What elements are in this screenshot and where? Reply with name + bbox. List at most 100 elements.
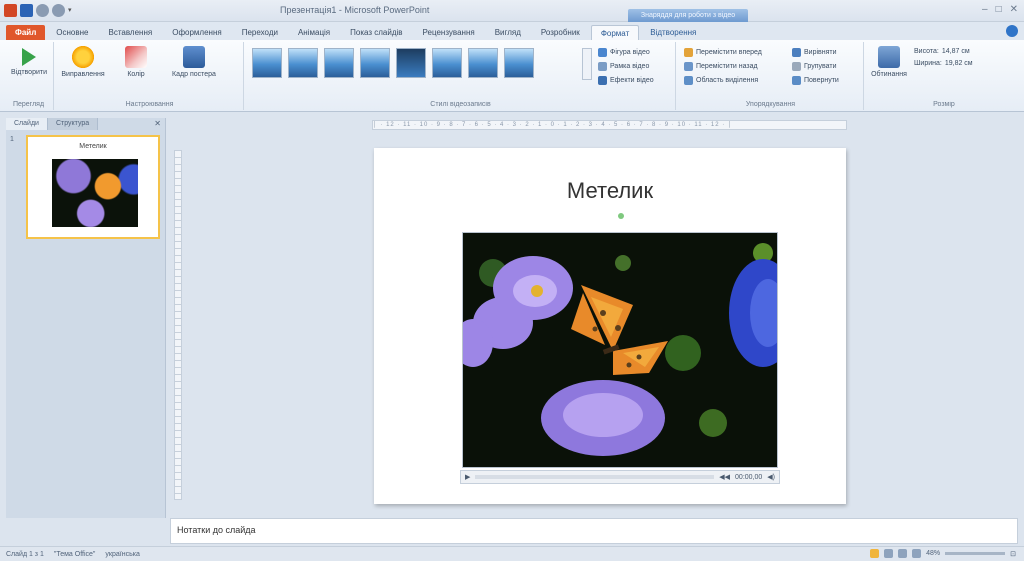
height-label: Висота:: [914, 48, 939, 55]
video-style-5[interactable]: [396, 48, 426, 78]
tab-home[interactable]: Основне: [47, 25, 97, 40]
rotate-icon: [792, 76, 801, 85]
slide-canvas[interactable]: Метелик ▶ ◀◀ 00:00,00 ◀): [374, 148, 846, 504]
poster-frame-label: Кадр постера: [172, 71, 216, 78]
slide-title[interactable]: Метелик: [374, 178, 846, 204]
zoom-level[interactable]: 48%: [926, 550, 940, 557]
notes-pane[interactable]: Нотатки до слайда: [170, 518, 1018, 544]
powerpoint-icon[interactable]: [4, 4, 17, 17]
vertical-ruler[interactable]: [174, 150, 182, 500]
video-shape-label: Фігура відео: [610, 49, 650, 56]
video-style-8[interactable]: [504, 48, 534, 78]
height-field[interactable]: Висота: 14,87 см: [914, 48, 973, 55]
close-icon[interactable]: ✕: [1010, 4, 1018, 15]
selection-pane-button[interactable]: Область виділення: [684, 76, 762, 85]
video-effects-button[interactable]: Ефекти відео: [598, 76, 654, 85]
color-icon: [125, 46, 147, 68]
poster-frame-icon: [183, 46, 205, 68]
video-effects-label: Ефекти відео: [610, 77, 654, 84]
slideshow-icon[interactable]: [912, 549, 922, 558]
seek-bar[interactable]: [475, 475, 715, 479]
group-label-size: Розмір: [933, 101, 955, 108]
rotate-button[interactable]: Повернути: [792, 76, 839, 85]
minimize-icon[interactable]: –: [982, 4, 988, 15]
save-icon[interactable]: [20, 4, 33, 17]
color-button[interactable]: Колір: [118, 46, 154, 78]
tab-file[interactable]: Файл: [6, 25, 46, 40]
video-style-2[interactable]: [288, 48, 318, 78]
group-preview: Відтворити Перегляд: [4, 42, 54, 110]
video-border-icon: [598, 62, 607, 71]
butterfly-flower-image: [463, 233, 777, 467]
play-icon[interactable]: ▶: [465, 473, 470, 481]
slide-thumbnail[interactable]: Метелик: [26, 135, 160, 239]
corrections-button[interactable]: Виправлення: [60, 46, 106, 78]
video-shape-button[interactable]: Фігура відео: [598, 48, 654, 57]
video-border-button[interactable]: Рамка відео: [598, 62, 654, 71]
video-style-7[interactable]: [468, 48, 498, 78]
video-style-6[interactable]: [432, 48, 462, 78]
reading-view-icon[interactable]: [898, 549, 908, 558]
tab-animations[interactable]: Анімація: [289, 25, 339, 40]
align-button[interactable]: Вирівняти: [792, 48, 839, 57]
group-label-video-styles: Стилі відеозаписів: [430, 101, 491, 108]
status-right: 48% ⊡: [870, 549, 1016, 558]
tab-format[interactable]: Формат: [590, 25, 640, 40]
tab-view[interactable]: Вигляд: [486, 25, 530, 40]
group-label-preview: Перегляд: [12, 101, 45, 108]
horizontal-ruler[interactable]: │ · 12 · 11 · 10 · 9 · 8 · 7 · 6 · 5 · 4…: [372, 120, 847, 130]
fit-window-icon[interactable]: ⊡: [1010, 550, 1016, 558]
close-icon[interactable]: ✕: [154, 119, 161, 128]
group-label-adjust: Настроювання: [125, 101, 174, 108]
video-style-3[interactable]: [324, 48, 354, 78]
crop-button[interactable]: Обтинання: [866, 46, 912, 78]
bring-forward-button[interactable]: Перемістити вперед: [684, 48, 762, 57]
step-back-icon[interactable]: ◀◀: [719, 473, 730, 481]
normal-view-icon[interactable]: [870, 549, 880, 558]
maximize-icon[interactable]: □: [996, 4, 1002, 15]
video-style-1[interactable]: [252, 48, 282, 78]
thumbnail-image: [52, 159, 138, 227]
tab-developer[interactable]: Розробник: [532, 25, 589, 40]
tab-transitions[interactable]: Переходи: [233, 25, 287, 40]
play-button[interactable]: Відтворити: [6, 46, 52, 76]
arrange-buttons-col2: Вирівняти Групувати Повернути: [792, 48, 839, 85]
color-label: Колір: [127, 71, 145, 78]
ribbon-tabs: Файл Основне Вставлення Оформлення Перех…: [0, 22, 1024, 40]
redo-icon[interactable]: [52, 4, 65, 17]
width-field[interactable]: Ширина: 19,82 см: [914, 60, 973, 67]
gallery-scroll[interactable]: [582, 48, 592, 80]
video-border-label: Рамка відео: [610, 63, 650, 70]
crop-label: Обтинання: [871, 71, 907, 78]
crop-icon: [878, 46, 900, 68]
undo-icon[interactable]: [36, 4, 49, 17]
video-effects-icon: [598, 76, 607, 85]
tab-design[interactable]: Оформлення: [163, 25, 231, 40]
language-indicator[interactable]: українська: [105, 551, 139, 558]
title-bar: ▾ Презентація1 - Microsoft PowerPoint Зн…: [0, 0, 1024, 22]
bring-forward-label: Перемістити вперед: [696, 49, 762, 56]
poster-frame-button[interactable]: Кадр постера: [164, 46, 224, 78]
send-backward-button[interactable]: Перемістити назад: [684, 62, 762, 71]
rotation-handle[interactable]: [618, 213, 624, 219]
volume-icon[interactable]: ◀): [767, 473, 775, 481]
tab-playback[interactable]: Відтворення: [641, 25, 705, 40]
video-frame[interactable]: [462, 232, 778, 468]
send-backward-label: Перемістити назад: [696, 63, 758, 70]
tab-slideshow[interactable]: Показ слайдів: [341, 25, 411, 40]
tab-review[interactable]: Рецензування: [414, 25, 484, 40]
help-icon[interactable]: [1006, 25, 1018, 37]
arrange-buttons-col1: Перемістити вперед Перемістити назад Обл…: [684, 48, 762, 85]
slide-sorter-icon[interactable]: [884, 549, 894, 558]
window-title: Презентація1 - Microsoft PowerPoint: [280, 5, 430, 15]
group-adjust: Виправлення Колір Кадр постера Настроюва…: [56, 42, 244, 110]
tab-slides[interactable]: Слайди: [6, 118, 48, 130]
group-button[interactable]: Групувати: [792, 62, 839, 71]
slide-info: Слайд 1 з 1: [6, 550, 44, 558]
tab-insert[interactable]: Вставлення: [100, 25, 162, 40]
zoom-slider[interactable]: [945, 552, 1006, 555]
customize-qat-icon[interactable]: ▾: [68, 4, 75, 17]
video-style-4[interactable]: [360, 48, 390, 78]
video-tools-context-label: Знаряддя для роботи з відео: [628, 9, 748, 22]
tab-outline[interactable]: Структура: [47, 118, 99, 130]
